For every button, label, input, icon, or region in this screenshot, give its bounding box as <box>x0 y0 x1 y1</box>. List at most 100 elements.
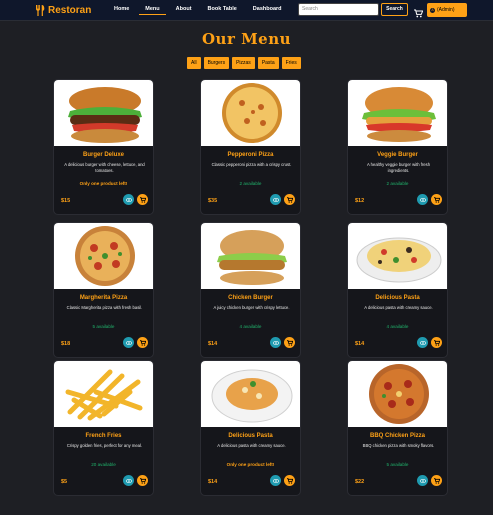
add-to-cart-button[interactable] <box>137 194 148 205</box>
item-name: Margherita Pizza <box>79 295 128 301</box>
item-price: $18 <box>61 341 71 347</box>
item-description: A juicy chicken burger with crispy lettu… <box>213 305 290 310</box>
availability-text: 5 available <box>386 462 409 467</box>
item-price: $14 <box>208 479 218 485</box>
search-button[interactable]: Search <box>381 3 408 16</box>
food-image <box>348 223 447 289</box>
filter-fries-button[interactable]: Fries <box>281 57 301 69</box>
item-price: $22 <box>355 479 365 485</box>
menu-card: Veggie Burger A healthy veggie burger wi… <box>347 79 448 215</box>
availability-text: 20 available <box>91 462 116 467</box>
brand-logo[interactable]: Restoran <box>35 3 91 18</box>
item-description: Crispy golden fries, perfect for any mea… <box>66 443 143 448</box>
food-image <box>201 361 300 427</box>
view-button[interactable] <box>270 337 281 348</box>
menu-card: Delicious Pasta A delicious pasta with c… <box>347 222 448 358</box>
item-description: A delicious pasta with creamy sauce. <box>217 443 286 448</box>
view-button[interactable] <box>417 337 428 348</box>
item-name: Pepperoni Pizza <box>227 152 274 158</box>
add-to-cart-button[interactable] <box>431 475 442 486</box>
add-to-cart-button[interactable] <box>284 194 295 205</box>
cart-icon[interactable] <box>414 5 424 18</box>
item-price: $15 <box>61 198 71 204</box>
nav-link-book-table[interactable]: Book Table <box>202 4 243 15</box>
admin-dropdown[interactable]: A (Admin) <box>427 3 467 17</box>
add-to-cart-button[interactable] <box>137 337 148 348</box>
item-name: BBQ Chicken Pizza <box>369 433 425 439</box>
item-name: French Fries <box>85 433 122 439</box>
eye-icon <box>419 478 426 483</box>
filter-burgers-button[interactable]: Burgers <box>203 57 230 69</box>
item-price: $5 <box>61 479 68 485</box>
eye-icon <box>272 197 279 202</box>
view-button[interactable] <box>123 194 134 205</box>
item-description: Classic Margherita pizza with fresh basi… <box>66 305 143 310</box>
item-price: $12 <box>355 198 365 204</box>
view-button[interactable] <box>270 475 281 486</box>
food-image <box>348 80 447 146</box>
item-name: Burger Deluxe <box>82 152 124 158</box>
cart-icon <box>139 477 146 484</box>
add-to-cart-button[interactable] <box>431 194 442 205</box>
view-button[interactable] <box>417 475 428 486</box>
view-button[interactable] <box>270 194 281 205</box>
cart-icon <box>139 339 146 346</box>
food-image <box>54 80 153 146</box>
cart-icon <box>286 196 293 203</box>
food-image <box>54 361 153 427</box>
availability-text: 4 available <box>239 324 262 329</box>
availability-text: Only one product left! <box>226 462 275 467</box>
eye-icon <box>419 340 426 345</box>
item-description: A healthy veggie burger with fresh ingre… <box>366 162 431 173</box>
food-image <box>348 361 447 427</box>
view-button[interactable] <box>123 475 134 486</box>
item-description: A delicious burger with cheese, lettuce,… <box>64 162 145 173</box>
item-name: Veggie Burger <box>377 152 418 158</box>
add-to-cart-button[interactable] <box>137 475 148 486</box>
eye-icon <box>125 340 132 345</box>
availability-text: 2 available <box>239 181 262 186</box>
filter-bar: All Burgers Pizzas Pasta Fries <box>187 57 301 69</box>
food-image <box>54 223 153 289</box>
item-name: Delicious Pasta <box>228 433 273 439</box>
menu-card: Chicken Burger A juicy chicken burger wi… <box>200 222 301 358</box>
item-description: A delicious pasta with creamy sauce. <box>364 305 433 310</box>
eye-icon <box>272 478 279 483</box>
nav-link-dashboard[interactable]: Dashboard <box>247 4 288 15</box>
avatar: A <box>430 7 435 13</box>
item-name: Delicious Pasta <box>375 295 420 301</box>
item-price: $14 <box>208 341 218 347</box>
item-description: Classic pepperoni pizza with a crispy cr… <box>211 162 292 167</box>
menu-card: Margherita Pizza Classic Margherita pizz… <box>53 222 154 358</box>
nav-link-menu[interactable]: Menu <box>139 4 166 15</box>
nav-link-about[interactable]: About <box>170 4 198 15</box>
page-title: Our Menu <box>201 30 292 48</box>
brand-name: Restoran <box>48 5 92 16</box>
availability-text: Only one product left! <box>79 181 128 186</box>
nav-link-home[interactable]: Home <box>108 4 135 15</box>
item-price: $14 <box>355 341 365 347</box>
menu-card: BBQ Chicken Pizza BBQ chicken pizza with… <box>347 360 448 496</box>
view-button[interactable] <box>123 337 134 348</box>
add-to-cart-button[interactable] <box>284 475 295 486</box>
availability-text: 2 available <box>386 181 409 186</box>
menu-card: Delicious Pasta A delicious pasta with c… <box>200 360 301 496</box>
menu-card: Burger Deluxe A delicious burger with ch… <box>53 79 154 215</box>
add-to-cart-button[interactable] <box>284 337 295 348</box>
eye-icon <box>125 197 132 202</box>
item-name: Chicken Burger <box>228 295 273 301</box>
cart-icon <box>433 339 440 346</box>
view-button[interactable] <box>417 194 428 205</box>
filter-all-button[interactable]: All <box>187 57 201 69</box>
eye-icon <box>125 478 132 483</box>
search-input[interactable]: Search <box>298 3 379 16</box>
cart-icon <box>433 196 440 203</box>
cart-icon <box>286 477 293 484</box>
filter-pizzas-button[interactable]: Pizzas <box>232 57 255 69</box>
food-image <box>201 223 300 289</box>
menu-card: Pepperoni Pizza Classic pepperoni pizza … <box>200 79 301 215</box>
cart-icon <box>139 196 146 203</box>
filter-pasta-button[interactable]: Pasta <box>257 57 279 69</box>
add-to-cart-button[interactable] <box>431 337 442 348</box>
item-price: $35 <box>208 198 218 204</box>
